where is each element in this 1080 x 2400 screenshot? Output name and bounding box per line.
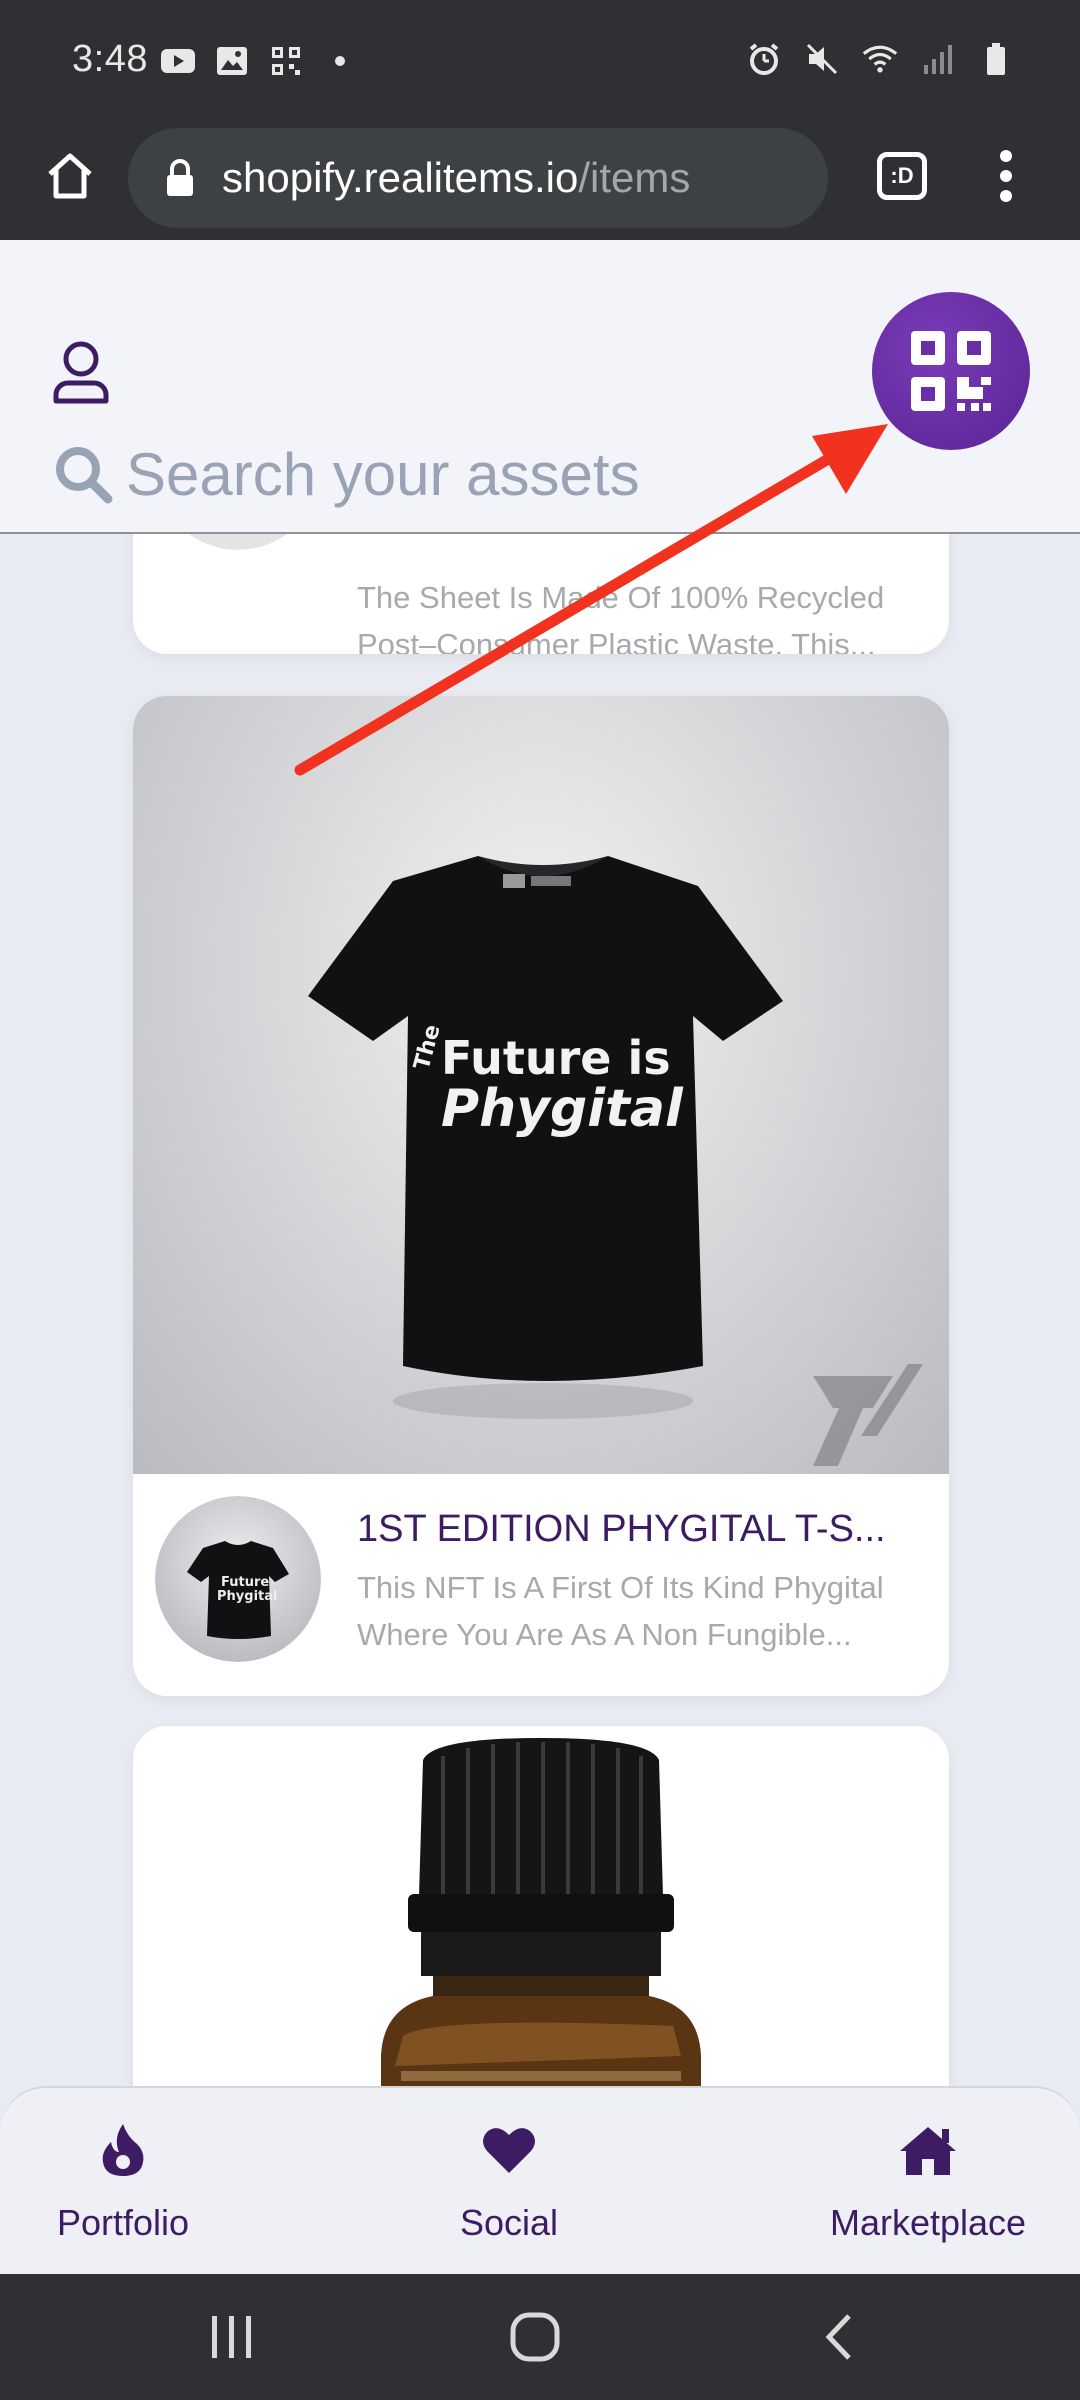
home-circle-icon — [510, 2312, 560, 2362]
lock-icon — [160, 154, 200, 202]
url-domain: shopify.realitems.io — [222, 154, 579, 201]
recent-apps-icon — [212, 2316, 251, 2358]
qr-notification-icon — [268, 46, 304, 76]
system-navigation-bar — [0, 2274, 1080, 2400]
back-button[interactable] — [798, 2304, 878, 2370]
brand-watermark-logo — [813, 1364, 923, 1466]
back-chevron-icon — [825, 2314, 851, 2360]
system-home-button[interactable] — [495, 2304, 575, 2370]
status-time: 3:48 — [72, 38, 148, 80]
recent-apps-button[interactable] — [192, 2304, 272, 2370]
menu-dot-icon — [1000, 150, 1012, 162]
url-text: shopify.realitems.io/items — [222, 154, 690, 202]
nav-marketplace[interactable]: Marketplace — [818, 2118, 1038, 2244]
asset-description: The Sheet Is Made Of 100% Recycled Post–… — [357, 580, 885, 654]
asset-card[interactable]: The Sheet Is Made Of 100% Recycled Post–… — [133, 534, 949, 654]
battery-icon — [978, 43, 1014, 75]
nav-portfolio[interactable]: Portfolio — [48, 2118, 198, 2244]
asset-description: This NFT Is A First Of Its Kind Phygital… — [357, 1570, 884, 1652]
asset-thumbnail — [155, 534, 321, 550]
house-icon — [898, 2118, 958, 2182]
asset-thumbnail: Future Phygital — [155, 1496, 321, 1662]
search-input[interactable] — [126, 439, 806, 509]
qr-code-icon — [911, 331, 991, 411]
assets-feed[interactable]: The Sheet Is Made Of 100% Recycled Post–… — [0, 534, 1080, 2086]
search-bar — [50, 434, 806, 514]
menu-dot-icon — [1000, 170, 1012, 182]
signal-icon — [920, 44, 956, 74]
dot-icon — [322, 46, 358, 76]
nav-marketplace-label: Marketplace — [829, 2202, 1027, 2243]
alarm-icon — [746, 43, 782, 75]
wifi-icon — [862, 44, 898, 74]
bottom-navigation: Portfolio Social Marketplace — [0, 2086, 1080, 2274]
flame-icon — [101, 2118, 145, 2182]
svg-text:Phygital: Phygital — [217, 1589, 277, 1604]
status-bar: 3:48 — [0, 0, 1080, 112]
tab-count: :D — [877, 152, 927, 200]
gallery-icon — [214, 46, 250, 76]
asset-image-bottle — [133, 1726, 949, 2086]
search-icon — [50, 441, 116, 507]
tab-switcher-button[interactable]: :D — [872, 146, 932, 206]
asset-card[interactable]: The Future is Phygital Future Phygital 1… — [133, 696, 949, 1696]
notification-icons — [160, 46, 358, 76]
asset-card-info: Future Phygital 1ST EDITION PHYGITAL T-S… — [133, 1474, 949, 1684]
home-icon — [48, 153, 92, 199]
youtube-icon — [160, 46, 196, 76]
qr-scan-button[interactable] — [872, 292, 1030, 450]
heart-icon — [481, 2118, 537, 2182]
browser-menu-button[interactable] — [978, 142, 1034, 210]
browser-toolbar: shopify.realitems.io/items :D — [0, 112, 1080, 240]
nav-social[interactable]: Social — [434, 2118, 584, 2244]
nav-social-label: Social — [459, 2202, 559, 2243]
asset-card-info: The Sheet Is Made Of 100% Recycled Post–… — [133, 534, 949, 654]
shirt-text-phygital: Phygital — [441, 1079, 684, 1139]
mute-icon — [804, 43, 840, 75]
asset-title: 1ST EDITION PHYGITAL T-S... — [357, 1508, 886, 1550]
profile-button[interactable] — [46, 332, 116, 412]
nav-portfolio-label: Portfolio — [56, 2202, 190, 2243]
asset-card[interactable] — [133, 1726, 949, 2086]
menu-dot-icon — [1000, 190, 1012, 202]
asset-image-tshirt: The Future is Phygital — [133, 696, 949, 1474]
url-path: /items — [578, 154, 691, 201]
svg-text:Future: Future — [221, 1575, 269, 1590]
system-status-icons — [746, 43, 1014, 75]
user-icon — [53, 341, 109, 404]
browser-home-button[interactable] — [34, 140, 106, 212]
address-bar[interactable]: shopify.realitems.io/items — [128, 128, 828, 228]
shirt-text-future: Future is — [441, 1031, 671, 1085]
app-header — [0, 240, 1080, 534]
